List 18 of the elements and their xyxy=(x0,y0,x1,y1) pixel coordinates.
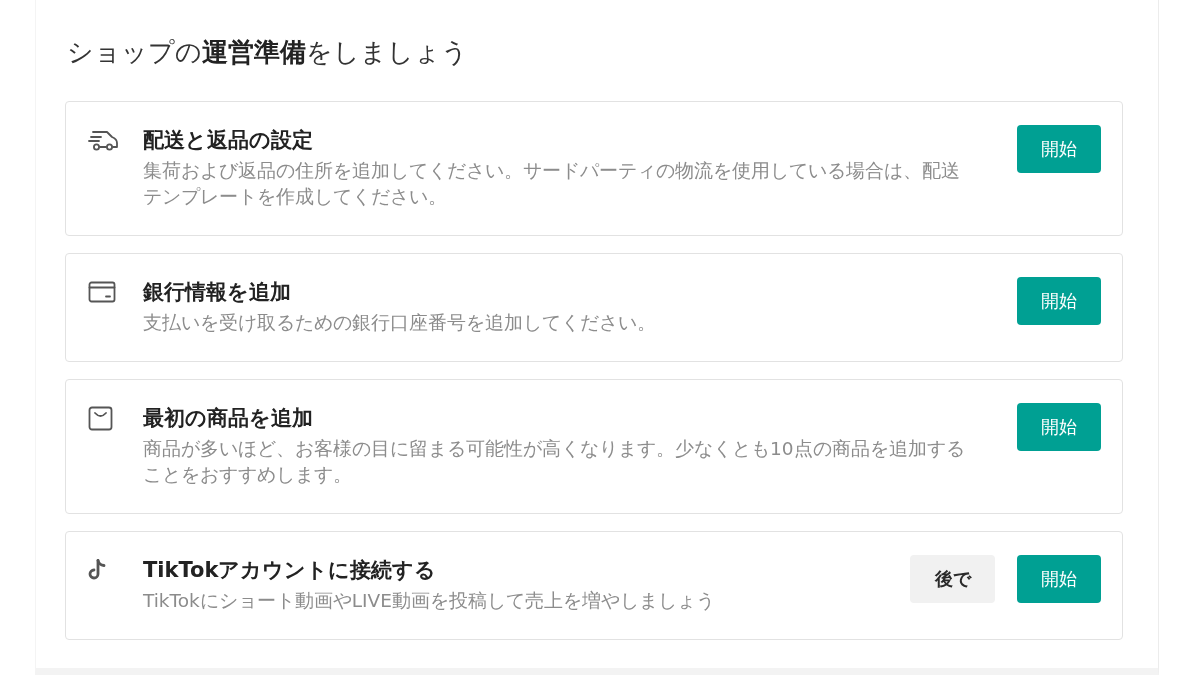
truck-icon xyxy=(88,129,119,151)
bag-icon xyxy=(88,405,113,431)
start-button[interactable]: 開始 xyxy=(1017,125,1101,173)
panel-heading: ショップの運営準備をしましょう xyxy=(67,36,468,69)
task-title: 最初の商品を追加 xyxy=(143,405,313,432)
start-button[interactable]: 開始 xyxy=(1017,403,1101,451)
task-description: TikTokにショート動画やLIVE動画を投稿して売上を増やしましょう xyxy=(143,589,716,613)
music-note-icon xyxy=(88,559,106,581)
later-button[interactable]: 後で xyxy=(910,555,995,603)
card-icon xyxy=(88,281,116,303)
task-title: TikTokアカウントに接続する xyxy=(143,557,437,584)
task-description: 支払いを受け取るための銀行口座番号を追加してください。 xyxy=(143,311,657,335)
task-description: 商品が多いほど、お客様の目に留まる可能性が高くなります。少なくとも10点の商品を追加することをおすすめします。 xyxy=(143,437,966,487)
start-button[interactable]: 開始 xyxy=(1017,555,1101,603)
task-title: 配送と返品の設定 xyxy=(143,127,313,154)
start-button[interactable]: 開始 xyxy=(1017,277,1101,325)
task-title: 銀行情報を追加 xyxy=(143,279,291,306)
task-description: 集荷および返品の住所を追加してください。サードパーティの物流を使用している場合は、配送テンプレートを作成してください。 xyxy=(143,159,961,209)
